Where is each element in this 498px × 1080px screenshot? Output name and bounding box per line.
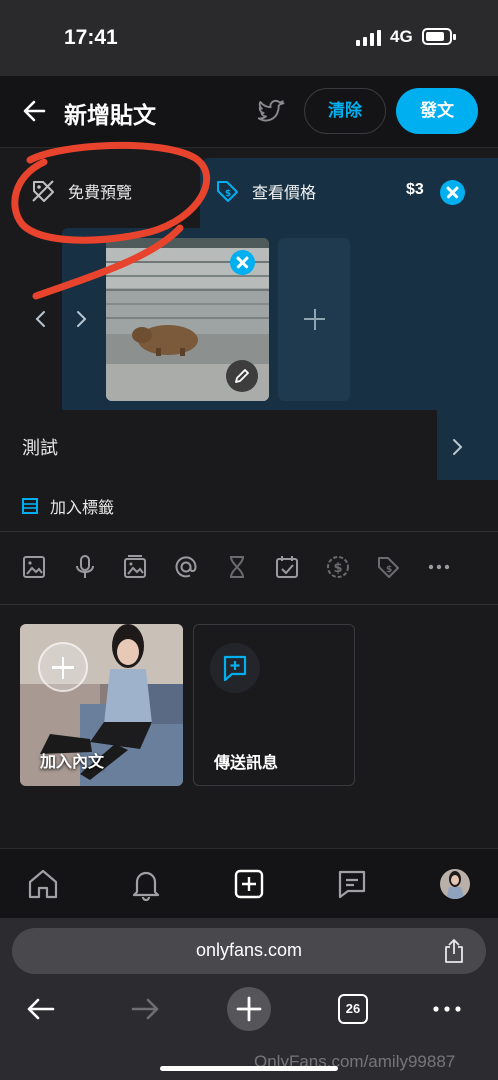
hourglass-icon[interactable] <box>224 554 250 580</box>
divider <box>0 604 498 605</box>
home-icon[interactable] <box>26 867 60 901</box>
add-content-card[interactable]: 加入內文 <box>20 624 183 786</box>
free-preview-tab[interactable]: 免費預覽 <box>30 176 132 206</box>
chevron-right-icon[interactable] <box>70 308 92 330</box>
chevron-left-icon[interactable] <box>30 308 52 330</box>
new-tab-icon[interactable] <box>226 986 272 1032</box>
status-bar: 17:41 4G <box>0 0 498 76</box>
address-bar[interactable]: onlyfans.com <box>12 928 486 974</box>
price-icon[interactable]: $ <box>325 554 351 580</box>
send-message-label: 傳送訊息 <box>214 753 279 772</box>
browser-back-icon[interactable] <box>24 992 58 1026</box>
post-button[interactable]: 發文 <box>396 88 478 134</box>
price-tag-icon: $ <box>217 181 238 202</box>
more-icon[interactable] <box>426 554 452 580</box>
bottom-nav <box>0 848 498 918</box>
plus-square-icon[interactable] <box>232 867 266 901</box>
pencil-icon <box>235 369 249 383</box>
back-arrow-icon[interactable] <box>22 98 48 124</box>
remove-price-button[interactable] <box>440 180 465 205</box>
send-message-card[interactable]: 傳送訊息 <box>193 624 355 786</box>
avatar[interactable] <box>438 867 472 901</box>
add-tag-label: 加入標籤 <box>50 498 115 517</box>
media-vault-icon[interactable] <box>122 554 148 580</box>
tag-off-icon <box>32 180 54 202</box>
add-media-button[interactable] <box>278 238 350 401</box>
image-icon[interactable] <box>21 554 47 580</box>
share-icon[interactable] <box>442 938 466 964</box>
free-preview-label: 免費預覽 <box>68 183 133 202</box>
add-tag-row[interactable]: 加入標籤 <box>22 494 114 518</box>
clear-button[interactable]: 清除 <box>304 88 386 134</box>
compose-toolbar: $ $ <box>0 532 498 604</box>
browser-more-icon[interactable] <box>430 992 464 1026</box>
calendar-check-icon[interactable] <box>274 554 300 580</box>
network-type: 4G <box>390 27 413 46</box>
price-panel-side <box>437 408 498 480</box>
remove-media-button[interactable] <box>230 250 255 275</box>
svg-text:$: $ <box>334 561 343 576</box>
status-time: 17:41 <box>64 26 118 49</box>
view-price-label: 查看價格 <box>252 183 317 202</box>
compose-area: 免費預覽 $ 查看價格 $3 測試 加入標籤 $ $ 加入內文 傳送訊息 <box>0 141 498 848</box>
svg-text:$: $ <box>225 189 231 199</box>
battery-icon <box>422 28 456 45</box>
price-value: $3 <box>406 181 424 198</box>
browser-forward-icon[interactable] <box>128 992 162 1026</box>
tab-count-button[interactable]: 26 <box>338 994 368 1024</box>
twitter-icon[interactable] <box>256 96 286 126</box>
post-caption[interactable]: 測試 <box>22 434 58 460</box>
add-content-plus-icon <box>38 642 88 692</box>
svg-text:$: $ <box>386 565 392 575</box>
mention-icon[interactable] <box>173 554 199 580</box>
edit-media-button[interactable] <box>226 360 258 392</box>
home-indicator <box>160 1066 338 1071</box>
chevron-right-icon[interactable] <box>450 436 466 458</box>
bell-icon[interactable] <box>129 867 163 901</box>
add-content-label: 加入內文 <box>40 752 105 771</box>
view-price-tab[interactable]: $ 查看價格 <box>214 176 316 206</box>
url-text: onlyfans.com <box>195 940 303 960</box>
tag-frame-icon <box>22 498 38 514</box>
message-plus-icon <box>210 643 260 693</box>
signal-icon <box>356 30 381 46</box>
tag-icon[interactable]: $ <box>375 554 401 580</box>
app-header: 新增貼文 清除 發文 <box>0 76 498 148</box>
microphone-icon[interactable] <box>72 554 98 580</box>
page-title: 新增貼文 <box>64 103 156 129</box>
message-icon[interactable] <box>335 867 369 901</box>
